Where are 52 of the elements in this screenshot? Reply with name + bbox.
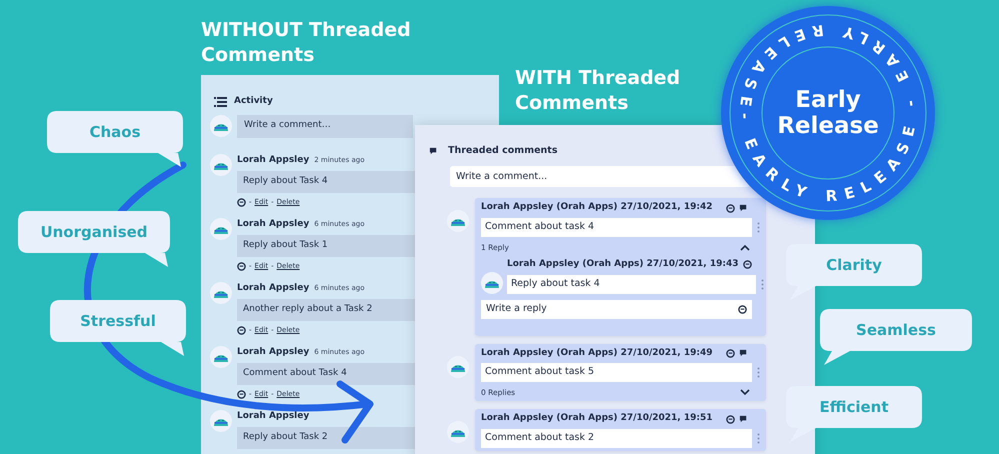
avatar-icon (481, 272, 503, 294)
avatar-icon (447, 210, 469, 232)
panel-title: Activity (234, 95, 273, 108)
section-heading: WITHOUT Threaded Comments (201, 18, 412, 68)
smiley-icon[interactable] (726, 348, 735, 358)
smiley-icon[interactable] (726, 204, 735, 212)
chat-icon[interactable] (739, 348, 748, 358)
chat-icon[interactable] (739, 204, 748, 212)
section-heading: WITH Threaded Comments (515, 66, 682, 116)
chevron-up-icon[interactable] (740, 244, 750, 251)
bubble-label: Seamless (856, 320, 936, 341)
comment-header: Lorah Appsley (Orah Apps) 27/10/2021, 19:42 (481, 201, 714, 214)
avatar-icon (210, 115, 232, 137)
avatar-icon (210, 218, 232, 240)
comment-field[interactable]: Write a comment... (450, 166, 750, 188)
bubble-label: Unorganised (40, 222, 148, 243)
panel-title: Threaded comments (448, 144, 558, 158)
list-icon (214, 96, 227, 107)
reply-field[interactable]: Write a reply (481, 300, 752, 318)
smiley-icon[interactable] (237, 262, 246, 271)
chat-icon[interactable] (739, 414, 748, 424)
author-name: Lorah Appsley (237, 346, 310, 358)
author-name: Lorah Appsley (237, 154, 310, 166)
author-name: Lorah Appsley (237, 410, 310, 422)
comment-body: Reply about task 4 (507, 274, 756, 294)
avatar-icon (447, 421, 469, 444)
author-name: Lorah Appsley (237, 282, 310, 294)
avatar-icon (447, 356, 469, 378)
comment-body: Comment about task 4 (481, 218, 752, 237)
smiley-icon[interactable] (237, 326, 246, 335)
smiley-icon[interactable] (738, 304, 747, 314)
avatar-icon (210, 282, 232, 304)
avatar-icon (210, 154, 232, 176)
bubble-label: Efficient (819, 396, 889, 418)
comment-header: Lorah Appsley (Orah Apps) 27/10/2021, 19:43 (507, 258, 739, 271)
avatar-icon (210, 410, 232, 432)
avatar-icon (210, 346, 232, 368)
smiley-icon[interactable] (726, 414, 735, 424)
smiley-icon[interactable] (742, 260, 752, 270)
smiley-icon[interactable] (237, 390, 246, 399)
bubble-label: Clarity (826, 254, 882, 276)
author-name: Lorah Appsley (237, 218, 310, 230)
comment-body: Comment about task 2 (481, 428, 752, 448)
comment-header: Lorah Appsley (Orah Apps) 27/10/2021, 19:49 (481, 346, 714, 360)
chevron-down-icon[interactable] (740, 389, 750, 396)
comment-field[interactable]: Write a comment… (237, 114, 413, 138)
comment-body: Comment about task 5 (481, 363, 752, 382)
smiley-icon[interactable] (237, 198, 246, 207)
chat-icon[interactable] (429, 146, 438, 156)
bubble-label: Stressful (80, 310, 156, 332)
comment-header: Lorah Appsley (Orah Apps) 27/10/2021, 19:51 (481, 412, 714, 426)
bubble-label: Chaos (89, 122, 141, 143)
